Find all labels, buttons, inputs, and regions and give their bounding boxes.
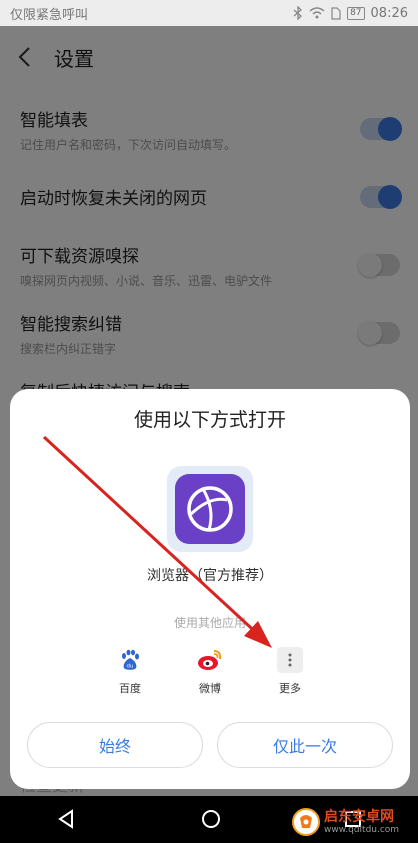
wifi-icon — [309, 7, 325, 19]
sim-icon — [331, 6, 341, 20]
sheet-title: 使用以下方式打开 — [133, 409, 286, 431]
app-option-more[interactable]: 更多 — [260, 647, 320, 696]
globe-icon — [187, 486, 233, 532]
svg-text:du: du — [127, 664, 134, 670]
app-option-baidu[interactable]: du 百度 — [100, 647, 160, 696]
status-bar: 仅限紧急呼叫 87 08:26 — [0, 0, 418, 26]
status-left-text: 仅限紧急呼叫 — [10, 7, 89, 23]
always-button[interactable]: 始终 — [27, 722, 203, 768]
watermark-logo-icon — [292, 808, 320, 836]
nav-back-icon[interactable] — [56, 808, 78, 830]
watermark: 启东安卓网 www.qdltdu.com — [292, 804, 418, 840]
status-icons: 87 08:26 — [293, 6, 408, 21]
more-icon — [277, 647, 303, 673]
bluetooth-icon — [293, 6, 303, 20]
just-once-button[interactable]: 仅此一次 — [217, 722, 393, 768]
baidu-icon: du — [117, 647, 143, 673]
watermark-url: www.qdltdu.com — [324, 824, 400, 835]
watermark-text: 启东安卓网 www.qdltdu.com — [324, 809, 399, 836]
watermark-title: 启东安卓网 — [324, 808, 394, 825]
battery-level: 87 — [347, 6, 365, 20]
other-apps-label: 使用其他应用 — [173, 616, 246, 630]
weibo-label: 微博 — [199, 682, 221, 695]
browser-app-label: 浏览器（官方推荐） — [147, 568, 273, 584]
status-time: 08:26 — [370, 5, 408, 21]
more-label: 更多 — [279, 682, 301, 695]
nav-home-icon[interactable] — [200, 808, 222, 830]
baidu-label: 百度 — [119, 682, 141, 695]
browser-app-icon[interactable] — [167, 466, 253, 552]
weibo-icon — [197, 647, 223, 673]
app-option-weibo[interactable]: 微博 — [180, 647, 240, 696]
browser-icon-inner — [175, 474, 245, 544]
open-with-sheet: 使用以下方式打开 浏览器（官方推荐） 使用其他应用 du 百度 微博 更多 始终… — [10, 389, 410, 789]
